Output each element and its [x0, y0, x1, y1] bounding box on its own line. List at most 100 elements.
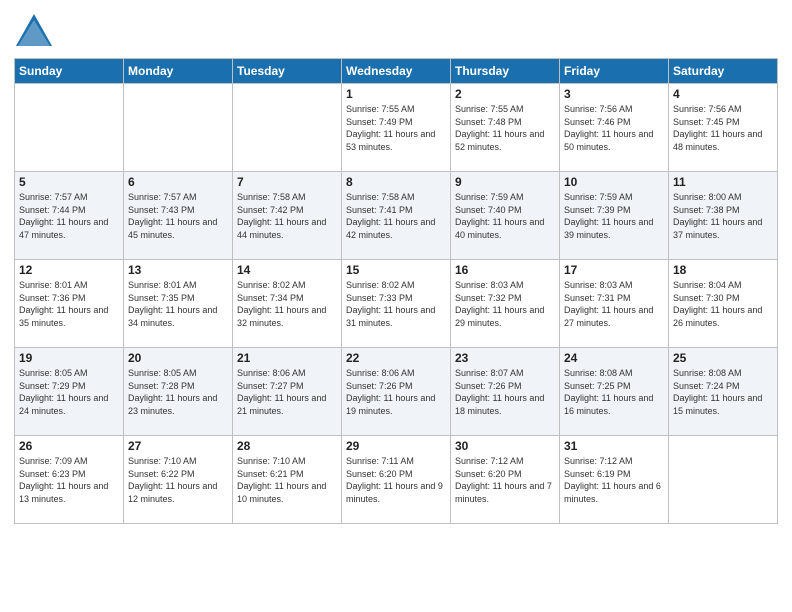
day-number: 14: [237, 263, 337, 277]
day-number: 22: [346, 351, 446, 365]
day-info: Sunrise: 8:08 AM Sunset: 7:24 PM Dayligh…: [673, 367, 773, 417]
calendar-cell: [233, 84, 342, 172]
weekday-header-row: SundayMondayTuesdayWednesdayThursdayFrid…: [15, 59, 778, 84]
day-info: Sunrise: 7:59 AM Sunset: 7:40 PM Dayligh…: [455, 191, 555, 241]
day-number: 15: [346, 263, 446, 277]
calendar-cell: 12Sunrise: 8:01 AM Sunset: 7:36 PM Dayli…: [15, 260, 124, 348]
day-info: Sunrise: 7:57 AM Sunset: 7:43 PM Dayligh…: [128, 191, 228, 241]
day-info: Sunrise: 7:55 AM Sunset: 7:48 PM Dayligh…: [455, 103, 555, 153]
weekday-header-monday: Monday: [124, 59, 233, 84]
day-info: Sunrise: 7:58 AM Sunset: 7:41 PM Dayligh…: [346, 191, 446, 241]
day-number: 28: [237, 439, 337, 453]
calendar-cell: 31 Sunrise: 7:12 AM Sunset: 6:19 PM Dayli…: [560, 436, 669, 524]
day-number: 9: [455, 175, 555, 189]
calendar-page: SundayMondayTuesdayWednesdayThursdayFrid…: [0, 0, 792, 612]
day-number: 19: [19, 351, 119, 365]
day-info: Sunrise: 8:03 AM Sunset: 7:32 PM Dayligh…: [455, 279, 555, 329]
day-info: Sunrise: 7:56 AM Sunset: 7:45 PM Dayligh…: [673, 103, 773, 153]
day-info: Sunrise: 7:58 AM Sunset: 7:42 PM Dayligh…: [237, 191, 337, 241]
day-number: 6: [128, 175, 228, 189]
day-info: Sunrise: 7:12 AM Sunset: 6:20 PM Dayligh…: [455, 455, 555, 505]
calendar-cell: 29 Sunrise: 7:11 AM Sunset: 6:20 PM Dayli…: [342, 436, 451, 524]
calendar-cell: 4 Sunrise: 7:56 AM Sunset: 7:45 PM Daylig…: [669, 84, 778, 172]
calendar-cell: 8 Sunrise: 7:58 AM Sunset: 7:41 PM Daylig…: [342, 172, 451, 260]
day-info: Sunrise: 7:57 AM Sunset: 7:44 PM Dayligh…: [19, 191, 119, 241]
calendar-cell: 27 Sunrise: 7:10 AM Sunset: 6:22 PM Dayli…: [124, 436, 233, 524]
day-info: Sunrise: 8:05 AM Sunset: 7:29 PM Dayligh…: [19, 367, 119, 417]
day-info: Sunrise: 7:10 AM Sunset: 6:21 PM Dayligh…: [237, 455, 337, 505]
calendar-cell: 11Sunrise: 8:00 AM Sunset: 7:38 PM Dayli…: [669, 172, 778, 260]
calendar-cell: 2 Sunrise: 7:55 AM Sunset: 7:48 PM Daylig…: [451, 84, 560, 172]
day-number: 21: [237, 351, 337, 365]
day-number: 4: [673, 87, 773, 101]
day-number: 8: [346, 175, 446, 189]
day-info: Sunrise: 8:07 AM Sunset: 7:26 PM Dayligh…: [455, 367, 555, 417]
calendar-cell: 17 Sunrise: 8:03 AM Sunset: 7:31 PM Dayli…: [560, 260, 669, 348]
day-info: Sunrise: 8:08 AM Sunset: 7:25 PM Dayligh…: [564, 367, 664, 417]
calendar-cell: 13Sunrise: 8:01 AM Sunset: 7:35 PM Dayli…: [124, 260, 233, 348]
day-info: Sunrise: 8:06 AM Sunset: 7:27 PM Dayligh…: [237, 367, 337, 417]
day-info: Sunrise: 7:12 AM Sunset: 6:19 PM Dayligh…: [564, 455, 664, 505]
weekday-header-wednesday: Wednesday: [342, 59, 451, 84]
calendar-cell: 1Sunrise: 7:55 AM Sunset: 7:49 PM Daylig…: [342, 84, 451, 172]
day-info: Sunrise: 8:00 AM Sunset: 7:38 PM Dayligh…: [673, 191, 773, 241]
day-info: Sunrise: 8:01 AM Sunset: 7:36 PM Dayligh…: [19, 279, 119, 329]
calendar-cell: 24 Sunrise: 8:08 AM Sunset: 7:25 PM Dayli…: [560, 348, 669, 436]
calendar-cell: 20 Sunrise: 8:05 AM Sunset: 7:28 PM Dayli…: [124, 348, 233, 436]
calendar-cell: 5Sunrise: 7:57 AM Sunset: 7:44 PM Daylig…: [15, 172, 124, 260]
calendar-cell: 28 Sunrise: 7:10 AM Sunset: 6:21 PM Dayli…: [233, 436, 342, 524]
day-number: 25: [673, 351, 773, 365]
header: [14, 10, 778, 50]
week-row-5: 26 Sunrise: 7:09 AM Sunset: 6:23 PM Dayli…: [15, 436, 778, 524]
calendar-cell: 22Sunrise: 8:06 AM Sunset: 7:26 PM Dayli…: [342, 348, 451, 436]
day-number: 29: [346, 439, 446, 453]
calendar-cell: 18 Sunrise: 8:04 AM Sunset: 7:30 PM Dayli…: [669, 260, 778, 348]
calendar-cell: 19 Sunrise: 8:05 AM Sunset: 7:29 PM Dayli…: [15, 348, 124, 436]
day-number: 2: [455, 87, 555, 101]
day-info: Sunrise: 7:55 AM Sunset: 7:49 PM Dayligh…: [346, 103, 446, 153]
weekday-header-friday: Friday: [560, 59, 669, 84]
day-number: 30: [455, 439, 555, 453]
day-number: 3: [564, 87, 664, 101]
day-info: Sunrise: 8:02 AM Sunset: 7:34 PM Dayligh…: [237, 279, 337, 329]
calendar-cell: 25 Sunrise: 8:08 AM Sunset: 7:24 PM Dayli…: [669, 348, 778, 436]
calendar-cell: 3 Sunrise: 7:56 AM Sunset: 7:46 PM Daylig…: [560, 84, 669, 172]
day-info: Sunrise: 7:56 AM Sunset: 7:46 PM Dayligh…: [564, 103, 664, 153]
day-number: 13: [128, 263, 228, 277]
calendar-cell: 10Sunrise: 7:59 AM Sunset: 7:39 PM Dayli…: [560, 172, 669, 260]
day-number: 16: [455, 263, 555, 277]
calendar-cell: [124, 84, 233, 172]
calendar-cell: 9 Sunrise: 7:59 AM Sunset: 7:40 PM Daylig…: [451, 172, 560, 260]
calendar-table: SundayMondayTuesdayWednesdayThursdayFrid…: [14, 58, 778, 524]
day-info: Sunrise: 7:09 AM Sunset: 6:23 PM Dayligh…: [19, 455, 119, 505]
calendar-cell: 14 Sunrise: 8:02 AM Sunset: 7:34 PM Dayli…: [233, 260, 342, 348]
logo: [14, 10, 58, 50]
day-info: Sunrise: 8:04 AM Sunset: 7:30 PM Dayligh…: [673, 279, 773, 329]
day-number: 18: [673, 263, 773, 277]
day-info: Sunrise: 7:11 AM Sunset: 6:20 PM Dayligh…: [346, 455, 446, 505]
weekday-header-tuesday: Tuesday: [233, 59, 342, 84]
week-row-2: 5Sunrise: 7:57 AM Sunset: 7:44 PM Daylig…: [15, 172, 778, 260]
calendar-cell: 26 Sunrise: 7:09 AM Sunset: 6:23 PM Dayli…: [15, 436, 124, 524]
day-number: 27: [128, 439, 228, 453]
week-row-1: 1Sunrise: 7:55 AM Sunset: 7:49 PM Daylig…: [15, 84, 778, 172]
day-number: 24: [564, 351, 664, 365]
day-number: 17: [564, 263, 664, 277]
calendar-cell: 23Sunrise: 8:07 AM Sunset: 7:26 PM Dayli…: [451, 348, 560, 436]
calendar-cell: [15, 84, 124, 172]
calendar-cell: 7Sunrise: 7:58 AM Sunset: 7:42 PM Daylig…: [233, 172, 342, 260]
weekday-header-sunday: Sunday: [15, 59, 124, 84]
week-row-4: 19 Sunrise: 8:05 AM Sunset: 7:29 PM Dayli…: [15, 348, 778, 436]
day-info: Sunrise: 7:10 AM Sunset: 6:22 PM Dayligh…: [128, 455, 228, 505]
day-info: Sunrise: 8:03 AM Sunset: 7:31 PM Dayligh…: [564, 279, 664, 329]
calendar-cell: 16 Sunrise: 8:03 AM Sunset: 7:32 PM Dayli…: [451, 260, 560, 348]
day-number: 20: [128, 351, 228, 365]
day-info: Sunrise: 8:02 AM Sunset: 7:33 PM Dayligh…: [346, 279, 446, 329]
day-info: Sunrise: 7:59 AM Sunset: 7:39 PM Dayligh…: [564, 191, 664, 241]
calendar-cell: 15 Sunrise: 8:02 AM Sunset: 7:33 PM Dayli…: [342, 260, 451, 348]
weekday-header-thursday: Thursday: [451, 59, 560, 84]
day-number: 26: [19, 439, 119, 453]
day-number: 31: [564, 439, 664, 453]
day-info: Sunrise: 8:05 AM Sunset: 7:28 PM Dayligh…: [128, 367, 228, 417]
weekday-header-saturday: Saturday: [669, 59, 778, 84]
